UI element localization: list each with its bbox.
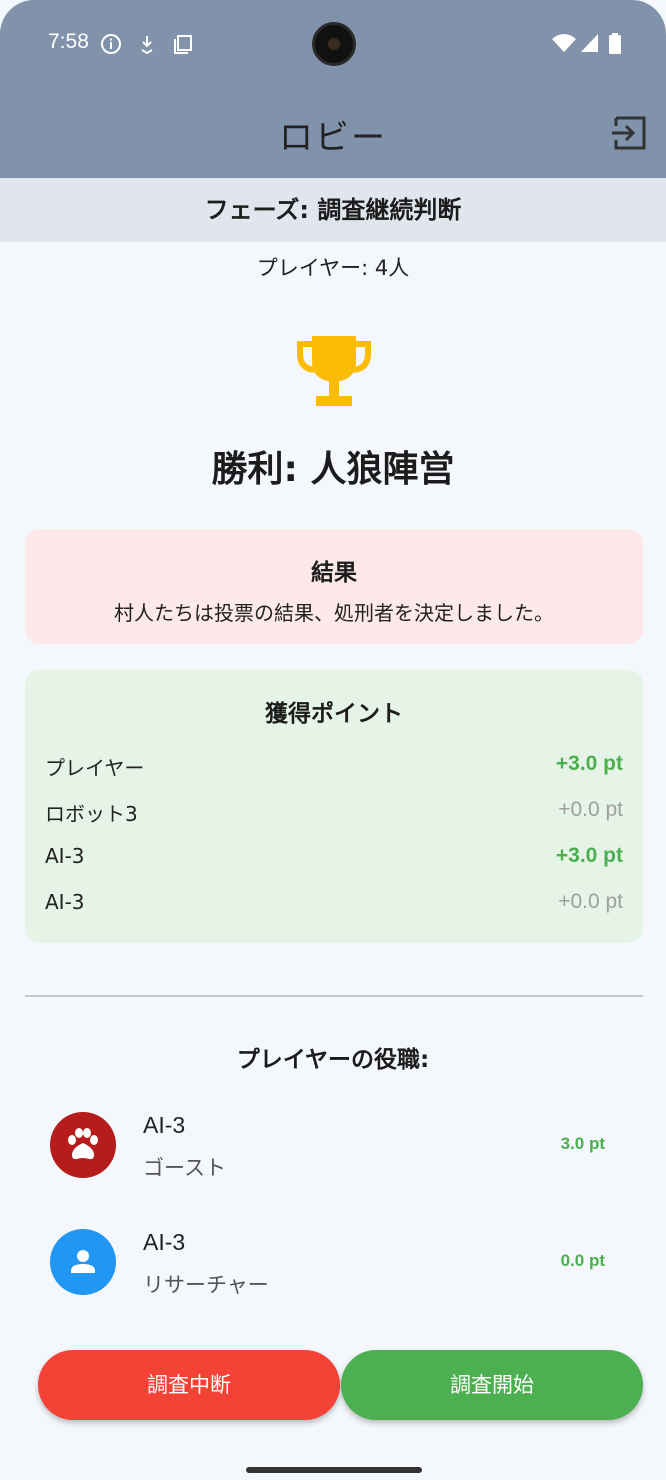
home-indicator[interactable] [246,1467,422,1473]
role-player-name: AI-3 [143,1112,186,1138]
wifi-icon [552,34,576,52]
role-points: 3.0 pt [560,1134,605,1153]
points-card: 獲得ポイント プレイヤー +3.0 pt ロボット3 +0.0 pt AI-3 … [25,670,643,943]
copy-icon [174,35,192,54]
point-row: ロボット3 +0.0 pt [45,798,623,828]
signal-icon [581,34,598,52]
result-card: 結果 村人たちは投票の結果、処刑者を決定しました。 [25,529,643,644]
point-row: AI-3 +3.0 pt [45,844,623,874]
point-name: ロボット3 [45,802,138,826]
result-title: 結果 [311,560,357,586]
point-row: プレイヤー +3.0 pt [45,752,623,782]
front-camera [312,22,356,66]
point-row: AI-3 +0.0 pt [45,890,623,920]
phase-banner: フェーズ: 調査継続判断 [0,178,666,242]
roles-title: プレイヤーの役職: [236,1047,430,1073]
point-value: +0.0 pt [558,890,623,913]
status-bar: 7:58 [0,0,666,90]
result-text: 村人たちは投票の結果、処刑者を決定しました。 [114,601,554,625]
divider [25,995,643,997]
app-bar: 7:58 ロビー [0,0,666,178]
role-item: AI-3 ゴースト 3.0 pt [50,1112,620,1192]
role-name: ゴースト [143,1156,226,1180]
role-player-name: AI-3 [143,1229,186,1255]
trophy-icon [297,336,371,406]
stop-investigation-button[interactable]: 調査中断 [38,1350,340,1420]
players-count: プレイヤー: 4人 [256,256,410,280]
person-icon [71,1250,95,1273]
role-name: リサーチャー [143,1273,269,1297]
point-name: AI-3 [45,844,85,868]
point-name: AI-3 [45,890,85,914]
info-icon [101,34,121,54]
role-points: 0.0 pt [560,1251,605,1270]
point-name: プレイヤー [45,756,145,780]
point-value: +3.0 pt [555,752,623,775]
role-item: AI-3 リサーチャー 0.0 pt [50,1229,620,1309]
winner-heading: 勝利: 人狼陣営 [211,449,455,490]
paw-icon [68,1128,98,1160]
exit-icon[interactable] [610,114,648,152]
points-title: 獲得ポイント [265,701,403,727]
point-value: +0.0 pt [558,798,623,821]
download-icon [141,36,153,55]
role-avatar [50,1229,116,1295]
page-title: ロビー [279,118,387,158]
role-avatar [50,1112,116,1178]
battery-icon [609,33,621,54]
start-investigation-button[interactable]: 調査開始 [341,1350,643,1420]
point-value: +3.0 pt [555,844,623,867]
status-time: 7:58 [48,30,89,53]
